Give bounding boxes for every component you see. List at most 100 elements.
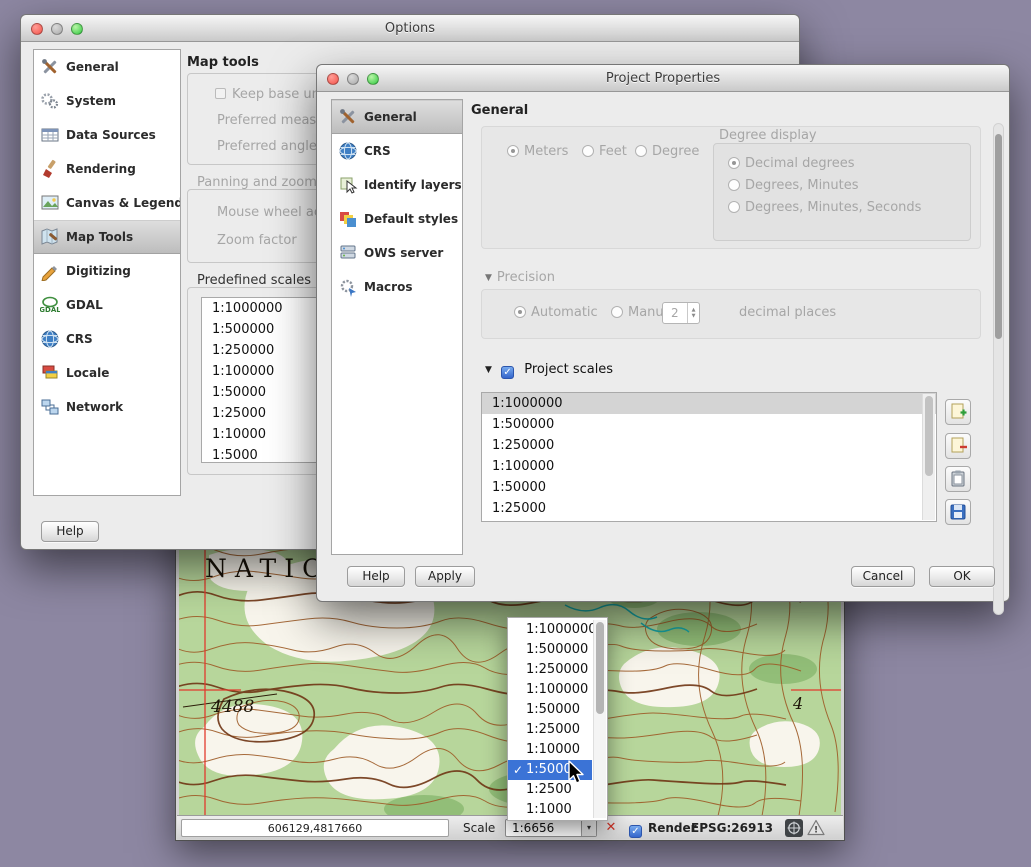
scale-list-item[interactable]: 1:100000	[482, 456, 936, 477]
help-button[interactable]: Help	[41, 521, 99, 542]
pp-sidebar-item-default-styles[interactable]: Default styles	[332, 202, 462, 236]
close-button[interactable]	[31, 23, 43, 35]
project-properties-title: Project Properties	[606, 71, 720, 86]
pp-sidebar-item-ows-server[interactable]: OWS server	[332, 236, 462, 270]
popup-scrollbar-thumb[interactable]	[596, 622, 604, 714]
sidebar-item-network[interactable]: Network	[34, 390, 180, 424]
help-button[interactable]: Help	[347, 566, 405, 587]
sidebar-item-canvas-legend[interactable]: Canvas & Legend	[34, 186, 180, 220]
sidebar-item-general[interactable]: General	[34, 50, 180, 84]
crs-status-icon[interactable]	[785, 819, 803, 840]
list-scrollbar[interactable]	[922, 394, 935, 520]
scale-option[interactable]: 1:500000	[508, 640, 592, 660]
scale-option[interactable]: 1:25000	[508, 720, 592, 740]
scale-option[interactable]: 1:1000	[508, 800, 592, 820]
stop-render-icon[interactable]: ✕	[603, 820, 619, 836]
spinner-buttons[interactable]: ▲▼	[687, 303, 699, 323]
scale-list-item[interactable]: 1:1000000	[482, 393, 936, 414]
apply-button[interactable]: Apply	[415, 566, 475, 587]
radio-icon	[728, 157, 740, 169]
scale-dropdown-popup: 1:1000000 1:500000 1:250000 1:100000 1:5…	[507, 617, 608, 821]
svg-text:!: !	[814, 826, 818, 836]
canvas-icon	[40, 193, 60, 213]
pp-sidebar-item-general[interactable]: General	[332, 100, 462, 134]
ok-button[interactable]: OK	[929, 566, 995, 587]
options-titlebar[interactable]: Options	[21, 15, 799, 42]
minimize-button[interactable]	[51, 23, 63, 35]
decimal-places-label: decimal places	[739, 305, 836, 320]
spin-down-icon: ▼	[692, 313, 696, 319]
scale-option[interactable]: 1:100000	[508, 680, 592, 700]
scale-option[interactable]: 1:50000	[508, 700, 592, 720]
scale-option[interactable]: 1:1000000	[508, 620, 592, 640]
project-scales-list: 1:1000000 1:500000 1:250000 1:100000 1:5…	[481, 392, 937, 522]
flags-icon	[40, 363, 60, 383]
scale-list-item[interactable]: 1:500000	[482, 414, 936, 435]
scale-combobox[interactable]: 1:6656 ▾	[505, 819, 597, 837]
server-icon	[338, 243, 358, 263]
pp-page-title: General	[471, 103, 528, 118]
popup-scrollbar[interactable]	[593, 620, 606, 818]
sidebar-item-crs[interactable]: CRS	[34, 322, 180, 356]
render-checkbox[interactable]: ✓	[629, 821, 648, 838]
zoom-button[interactable]	[71, 23, 83, 35]
decimal-places-spinbox: 2 ▲▼	[662, 302, 700, 324]
close-button[interactable]	[327, 73, 339, 85]
minimize-button[interactable]	[347, 73, 359, 85]
tools-icon	[338, 107, 358, 127]
sidebar-item-data-sources[interactable]: Data Sources	[34, 118, 180, 152]
scale-list-item[interactable]: 1:250000	[482, 435, 936, 456]
add-scale-button[interactable]	[945, 399, 971, 425]
project-properties-sidebar: General CRS Identify layers Default styl…	[331, 99, 463, 555]
remove-scale-button[interactable]	[945, 433, 971, 459]
checkmark-icon: ✓	[513, 760, 523, 780]
pp-sidebar-item-macros[interactable]: Macros	[332, 270, 462, 304]
scale-option[interactable]: 1:250000	[508, 660, 592, 680]
map-contour-label-right: 4	[792, 694, 803, 713]
zoom-button[interactable]	[367, 73, 379, 85]
sidebar-item-system[interactable]: System	[34, 84, 180, 118]
sidebar-item-locale[interactable]: Locale	[34, 356, 180, 390]
remove-page-icon	[948, 436, 968, 456]
radio-icon	[635, 145, 647, 157]
epsg-label: EPSG:26913	[691, 821, 773, 835]
coordinate-display[interactable]	[181, 819, 449, 837]
project-scales-checkbox[interactable]: ✓	[501, 366, 514, 379]
scale-list-item[interactable]: 1:50000	[482, 477, 936, 498]
pp-sidebar-item-crs[interactable]: CRS	[332, 134, 462, 168]
meters-radio: Meters	[507, 144, 568, 159]
degree-display-title: Degree display	[719, 128, 817, 143]
project-properties-titlebar[interactable]: Project Properties	[317, 65, 1009, 92]
macros-gear-icon	[338, 277, 358, 297]
gears-icon	[40, 91, 60, 111]
sidebar-item-gdal[interactable]: GDAL	[34, 288, 180, 322]
sidebar-item-map-tools[interactable]: Map Tools	[34, 220, 180, 254]
scale-list-item[interactable]: 1:25000	[482, 498, 936, 519]
tools-icon	[40, 57, 60, 77]
sidebar-item-digitizing[interactable]: Digitizing	[34, 254, 180, 288]
radio-icon	[582, 145, 594, 157]
degree-radio: Degree	[635, 144, 699, 159]
degree-display-group: Decimal degrees Degrees, Minutes Degrees…	[713, 143, 971, 241]
map-tools-icon	[40, 227, 60, 247]
messages-warning-icon[interactable]: !	[807, 819, 825, 839]
project-scales-section-header[interactable]: ▼ ✓ Project scales	[485, 362, 613, 379]
keep-base-unit-option: Keep base unit	[215, 87, 329, 102]
sidebar-item-rendering[interactable]: Rendering	[34, 152, 180, 186]
pp-sidebar-item-identify-layers[interactable]: Identify layers	[332, 168, 462, 202]
cancel-button[interactable]: Cancel	[851, 566, 915, 587]
automatic-radio: Automatic	[514, 305, 598, 320]
list-scrollbar-thumb[interactable]	[925, 396, 933, 476]
scale-option[interactable]: 1:10000	[508, 740, 592, 760]
precision-section-header[interactable]: ▼Precision	[485, 270, 555, 285]
checkbox-check-icon: ✓	[629, 825, 642, 838]
add-page-icon	[948, 402, 968, 422]
map-place-label: NATIO	[205, 554, 331, 583]
import-scales-button[interactable]	[945, 466, 971, 492]
scale-combobox-value: 1:6656	[512, 821, 554, 835]
dialog-scrollbar-thumb[interactable]	[995, 134, 1002, 339]
save-scales-button[interactable]	[945, 499, 971, 525]
combo-dropdown-button[interactable]: ▾	[581, 820, 596, 836]
dialog-scrollbar[interactable]	[993, 123, 1004, 615]
radio-icon	[728, 179, 740, 191]
